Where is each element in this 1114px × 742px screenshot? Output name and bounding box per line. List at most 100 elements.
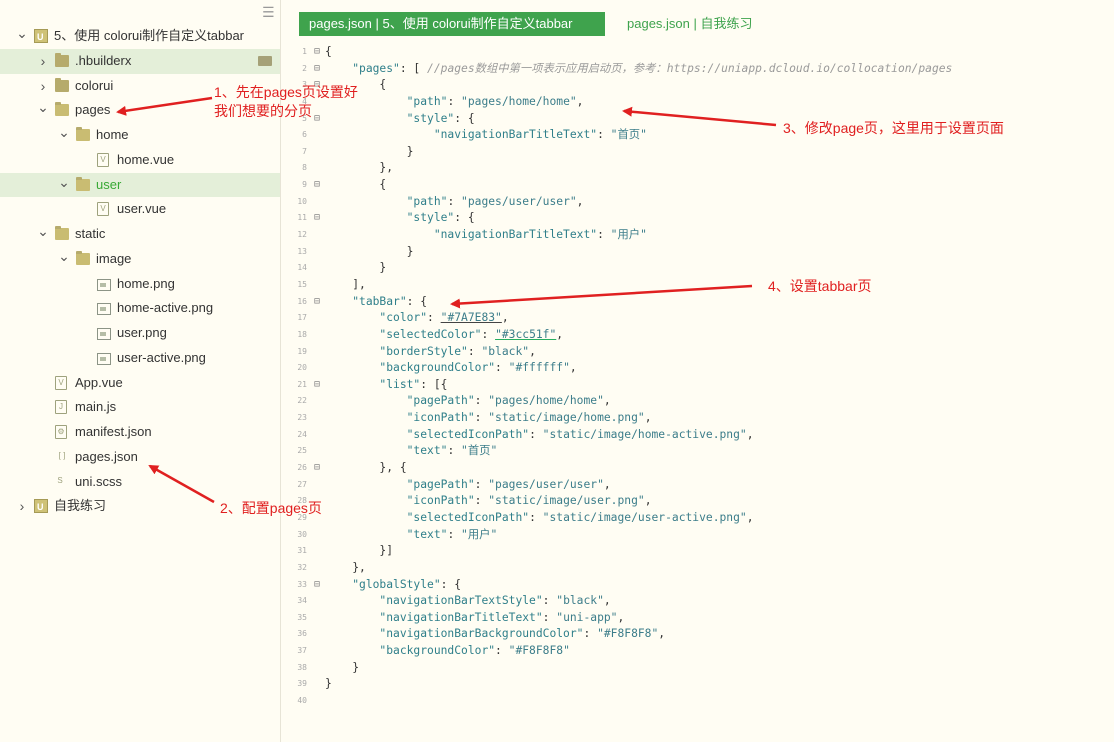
code-line[interactable]: 36 "navigationBarBackgroundColor": "#F8F…: [281, 626, 1114, 643]
code-line[interactable]: 24 "selectedIconPath": "static/image/hom…: [281, 427, 1114, 444]
tab-pages-json-active[interactable]: pages.json | 5、使用 colorui制作自定义tabbar: [299, 12, 605, 36]
line-number: 8: [302, 163, 307, 173]
tree-item-label: home.png: [117, 275, 175, 291]
code-line[interactable]: 38 }: [281, 660, 1114, 677]
tree-item[interactable]: ⌄ image: [0, 247, 280, 272]
code-text: "list": [{: [379, 377, 448, 391]
code-text: "color": "#7A7E83",: [379, 311, 509, 325]
tree-item[interactable]: ⌄ user: [0, 172, 280, 198]
tree-item[interactable]: user.png: [0, 321, 280, 346]
code-line[interactable]: 11 ⊟ "style": {: [281, 210, 1114, 227]
code-text: }: [325, 244, 414, 258]
code-line[interactable]: 27 "pagePath": "pages/user/user",: [281, 477, 1114, 494]
code-line[interactable]: 29 "selectedIconPath": "static/image/use…: [281, 510, 1114, 527]
code-text: "backgroundColor": "#ffffff",: [379, 361, 577, 375]
code-line[interactable]: 9 ⊟ {: [281, 177, 1114, 194]
code-text: "pages": [ //pages数组中第一项表示应用启动页，参考：https…: [352, 61, 953, 75]
code-line[interactable]: 15 ],: [281, 277, 1114, 294]
chevron-down-icon[interactable]: ⌄: [58, 173, 70, 191]
code-text: "selectedColor": "#3cc51f",: [379, 327, 564, 341]
code-line[interactable]: 4 "path": "pages/home/home",: [281, 94, 1114, 111]
code-line[interactable]: 20 "backgroundColor": "#ffffff",: [281, 360, 1114, 377]
code-line[interactable]: 26 ⊟ }, {: [281, 460, 1114, 477]
tree-item[interactable]: home-active.png: [0, 296, 280, 321]
code-line[interactable]: 10 "path": "pages/user/user",: [281, 194, 1114, 211]
code-line[interactable]: 21 ⊟ "list": [{: [281, 377, 1114, 394]
code-line[interactable]: 34 "navigationBarTextStyle": "black",: [281, 593, 1114, 610]
code-line[interactable]: 25 "text": "首页": [281, 443, 1114, 460]
chevron-down-icon[interactable]: ⌄: [58, 123, 70, 141]
tree-item[interactable]: ⌄ 5、使用 colorui制作自定义tabbar: [0, 24, 280, 50]
tree-item[interactable]: › .hbuilderx: [0, 48, 280, 74]
tree-item-label: App.vue: [75, 374, 123, 390]
code-line[interactable]: 35 "navigationBarTitleText": "uni-app",: [281, 610, 1114, 627]
fold-toggle-icon[interactable]: ⊟: [311, 177, 323, 194]
code-line[interactable]: 3 ⊟ {: [281, 77, 1114, 94]
fold-toggle-icon[interactable]: ⊟: [311, 460, 323, 477]
code-line[interactable]: 19 "borderStyle": "black",: [281, 344, 1114, 361]
code-line[interactable]: 28 "iconPath": "static/image/user.png",: [281, 493, 1114, 510]
code-line[interactable]: 32 },: [281, 560, 1114, 577]
code-line[interactable]: 33 ⊟ "globalStyle": {: [281, 577, 1114, 594]
tree-item[interactable]: ⌄ static: [0, 222, 280, 247]
code-text: "navigationBarTitleText": "首页": [433, 128, 647, 142]
fold-toggle-icon[interactable]: ⊟: [311, 577, 323, 594]
code-line[interactable]: 23 "iconPath": "static/image/home.png",: [281, 410, 1114, 427]
code-line[interactable]: 17 "color": "#7A7E83",: [281, 310, 1114, 327]
code-line[interactable]: 12 "navigationBarTitleText": "用户": [281, 227, 1114, 244]
tree-item[interactable]: user-active.png: [0, 346, 280, 371]
tree-item[interactable]: Jmain.js: [0, 395, 280, 420]
chevron-right-icon[interactable]: ›: [37, 74, 49, 98]
code-line[interactable]: 2 ⊟ "pages": [ //pages数组中第一项表示应用启动页，参考：ht…: [281, 61, 1114, 78]
line-number: 1: [302, 47, 307, 56]
chevron-right-icon[interactable]: ›: [16, 494, 28, 518]
tree-item[interactable]: home.png: [0, 272, 280, 297]
tree-item[interactable]: Vuser.vue: [0, 197, 280, 222]
folder-open-icon: [76, 176, 90, 191]
code-area[interactable]: 1 ⊟{2 ⊟ "pages": [ //pages数组中第一项表示应用启动页，参考…: [281, 44, 1114, 710]
tree-item[interactable]: Vhome.vue: [0, 148, 280, 173]
code-line[interactable]: 39}: [281, 676, 1114, 693]
fold-toggle-icon[interactable]: ⊟: [311, 111, 323, 128]
code-line[interactable]: 8 },: [281, 160, 1114, 177]
code-line[interactable]: 7 }: [281, 144, 1114, 161]
tree-item-label: manifest.json: [75, 424, 152, 439]
code-line[interactable]: 18 "selectedColor": "#3cc51f",: [281, 327, 1114, 344]
fold-toggle-icon[interactable]: ⊟: [311, 294, 323, 311]
code-line[interactable]: 31 }]: [281, 543, 1114, 560]
code-text: "style": {: [406, 211, 475, 225]
code-line[interactable]: 13 }: [281, 244, 1114, 261]
hamburger-icon[interactable]: ☰: [262, 4, 275, 21]
fold-toggle-icon[interactable]: ⊟: [311, 210, 323, 227]
code-line[interactable]: 1 ⊟{: [281, 44, 1114, 61]
tree-item-label: image: [96, 250, 132, 266]
tree-item[interactable]: ⚙ manifest.json: [0, 420, 280, 445]
tree-item[interactable]: Suni.scss: [0, 470, 280, 495]
tree-item[interactable]: [ ] pages.json: [0, 445, 280, 470]
code-line[interactable]: 16 ⊟ "tabBar": {: [281, 294, 1114, 311]
tree-item[interactable]: ⌄ home: [0, 123, 280, 148]
fold-toggle-icon[interactable]: ⊟: [311, 377, 323, 394]
chevron-right-icon[interactable]: ›: [37, 49, 49, 73]
folder-icon: [55, 52, 69, 67]
annotation-2: 2、配置pages页: [220, 500, 322, 516]
tree-item-label: uni.scss: [75, 473, 122, 489]
chevron-down-icon[interactable]: ⌄: [58, 247, 70, 265]
code-line[interactable]: 30 "text": "用户": [281, 527, 1114, 544]
tree-item[interactable]: V App.vue: [0, 371, 280, 396]
fold-toggle-icon[interactable]: ⊟: [311, 61, 323, 78]
code-line[interactable]: 37 "backgroundColor": "#F8F8F8": [281, 643, 1114, 660]
tab-pages-json-practice[interactable]: pages.json | 自我练习: [627, 12, 752, 36]
chevron-down-icon[interactable]: ⌄: [16, 24, 28, 42]
chevron-down-icon[interactable]: ⌄: [37, 222, 49, 240]
code-text: "text": "用户": [406, 527, 498, 541]
line-number: 27: [297, 479, 307, 489]
code-line[interactable]: 14 }: [281, 260, 1114, 277]
code-text: "text": "首页": [406, 444, 498, 458]
code-line[interactable]: 40: [281, 693, 1114, 710]
fold-toggle-icon[interactable]: ⊟: [311, 44, 323, 61]
code-text: "iconPath": "static/image/user.png",: [406, 494, 652, 508]
chevron-down-icon[interactable]: ⌄: [37, 98, 49, 116]
code-text: }: [325, 144, 414, 158]
code-line[interactable]: 22 "pagePath": "pages/home/home",: [281, 393, 1114, 410]
